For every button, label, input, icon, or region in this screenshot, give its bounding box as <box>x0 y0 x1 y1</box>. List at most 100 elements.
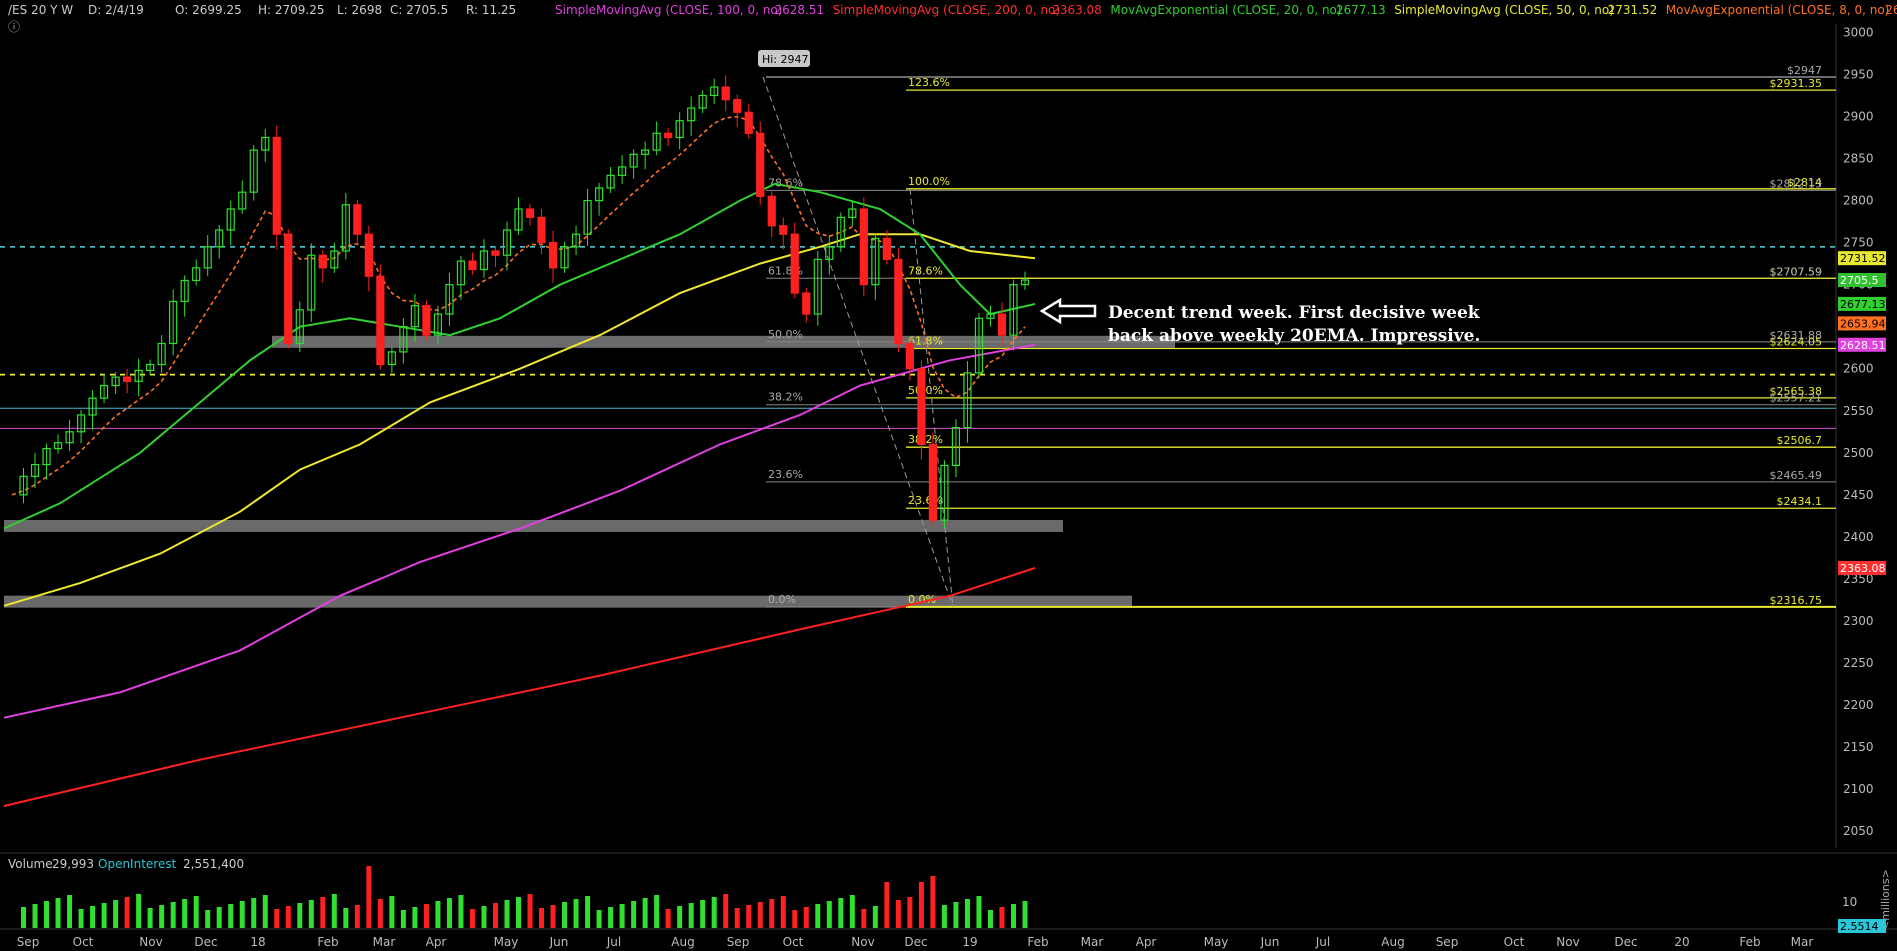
y-tick-2750: 2750 <box>1843 236 1874 250</box>
chart-area[interactable]: /ES 20 Y W D: 2/4/19 O: 2699.25 H: 2709.… <box>0 0 1897 951</box>
volume-bar <box>1022 901 1028 928</box>
x-tick-15: Dec <box>904 935 927 949</box>
candle[interactable] <box>859 208 868 286</box>
candle[interactable] <box>376 275 385 366</box>
candle[interactable] <box>928 443 938 521</box>
arrow-icon <box>1039 297 1097 325</box>
annotation: Decent trend week. First decisive week b… <box>1108 303 1481 346</box>
study-label-4: MovAvgExponential (CLOSE, 8, 0, no) <box>1666 3 1890 17</box>
volume-bar <box>251 898 257 928</box>
y-tick-2500: 2500 <box>1843 446 1874 460</box>
y-tick-2050: 2050 <box>1843 824 1874 838</box>
x-tick-6: Mar <box>373 935 396 949</box>
candle[interactable] <box>882 237 891 261</box>
volume-bar <box>711 897 717 928</box>
x-tick-14: Nov <box>851 935 874 949</box>
volume-bar <box>688 903 694 928</box>
x-tick-16: 19 <box>962 935 977 949</box>
candle[interactable] <box>917 368 926 446</box>
x-tick-7: Apr <box>426 935 447 949</box>
candle[interactable] <box>364 233 373 277</box>
x-tick-4: 18 <box>250 935 265 949</box>
x-tick-28: 20 <box>1674 935 1689 949</box>
sma50-line <box>3 233 1036 607</box>
candle[interactable] <box>123 376 132 382</box>
candle[interactable] <box>744 111 753 134</box>
volume-bar <box>239 901 245 928</box>
y-tick-2800: 2800 <box>1843 194 1874 208</box>
volume-bar <box>884 882 890 928</box>
volume-bar <box>999 907 1005 928</box>
candle[interactable] <box>318 254 327 269</box>
candle[interactable] <box>272 136 281 235</box>
candle[interactable] <box>779 225 788 235</box>
support-zone-2 <box>4 595 1132 608</box>
volume-bar <box>492 903 498 928</box>
x-tick-1: Oct <box>73 935 94 949</box>
x-tick-25: Oct <box>1504 935 1525 949</box>
volume-bar <box>78 909 84 928</box>
volume-bar <box>136 894 142 928</box>
x-tick-27: Dec <box>1614 935 1637 949</box>
annotation-line-1: Decent trend week. First decisive week <box>1108 303 1481 323</box>
y-tick-2150: 2150 <box>1843 740 1874 754</box>
candle[interactable] <box>905 342 914 370</box>
candle[interactable] <box>756 132 765 197</box>
candle[interactable] <box>894 258 903 345</box>
candle[interactable] <box>997 313 1007 336</box>
volume-bar <box>1010 904 1016 928</box>
close-label: C: 2705.5 <box>390 3 448 17</box>
candle[interactable] <box>468 260 477 271</box>
candle[interactable] <box>721 86 730 101</box>
candle[interactable] <box>548 242 558 269</box>
volume-bar <box>861 909 867 928</box>
candle[interactable] <box>537 216 546 244</box>
candle[interactable] <box>284 233 293 345</box>
volume-bar <box>734 908 740 928</box>
candle[interactable] <box>733 99 742 113</box>
volume-bar <box>101 903 107 928</box>
candle[interactable] <box>353 204 362 235</box>
study-label-2: MovAvgExponential (CLOSE, 20, 0, no) <box>1110 3 1341 17</box>
candle[interactable] <box>790 233 799 294</box>
price-tag-5: 2363.08 <box>1840 562 1886 575</box>
open-interest-label: OpenInterest <box>98 857 177 871</box>
fib-inner-pct-6: 100.0% <box>908 175 950 188</box>
volume-bar <box>642 898 648 928</box>
volume-bar <box>953 902 959 928</box>
y-tick-3000: 3000 <box>1843 25 1874 39</box>
x-tick-12: Sep <box>727 935 750 949</box>
x-tick-11: Aug <box>671 935 694 949</box>
volume-bar <box>527 894 533 928</box>
info-icon[interactable]: ⓘ <box>8 20 20 34</box>
open-label: O: 2699.25 <box>175 3 242 17</box>
fib-outer-pct-2: 38.2% <box>768 391 803 404</box>
volume-bar <box>757 902 763 928</box>
candle[interactable] <box>422 305 431 336</box>
volume-bar <box>573 899 579 928</box>
volume-bar <box>585 896 591 928</box>
volume-bar <box>113 900 119 928</box>
level-label-10: $2506.7 <box>1777 434 1823 447</box>
volume-bar <box>308 900 314 928</box>
x-tick-21: Jun <box>1260 935 1280 949</box>
candle[interactable] <box>525 208 535 218</box>
fib-outer-pct-0: 0.0% <box>768 593 796 606</box>
volume-bar <box>941 905 947 928</box>
candle[interactable] <box>664 132 673 139</box>
volume-bar <box>285 906 291 928</box>
y-tick-2300: 2300 <box>1843 614 1874 628</box>
volume-bar <box>228 904 234 928</box>
candle[interactable] <box>491 250 500 256</box>
candle[interactable] <box>767 195 776 227</box>
y-tick-2950: 2950 <box>1843 67 1874 81</box>
volume-bar <box>677 906 683 928</box>
x-tick-8: May <box>494 935 519 949</box>
volume-bar <box>849 895 855 928</box>
volume-bar <box>907 897 913 928</box>
candle[interactable] <box>802 292 811 315</box>
y-tick-2250: 2250 <box>1843 656 1874 670</box>
volume-bar <box>469 909 475 928</box>
volume-bar <box>872 906 878 928</box>
level-label-5: $2707.59 <box>1770 265 1823 278</box>
